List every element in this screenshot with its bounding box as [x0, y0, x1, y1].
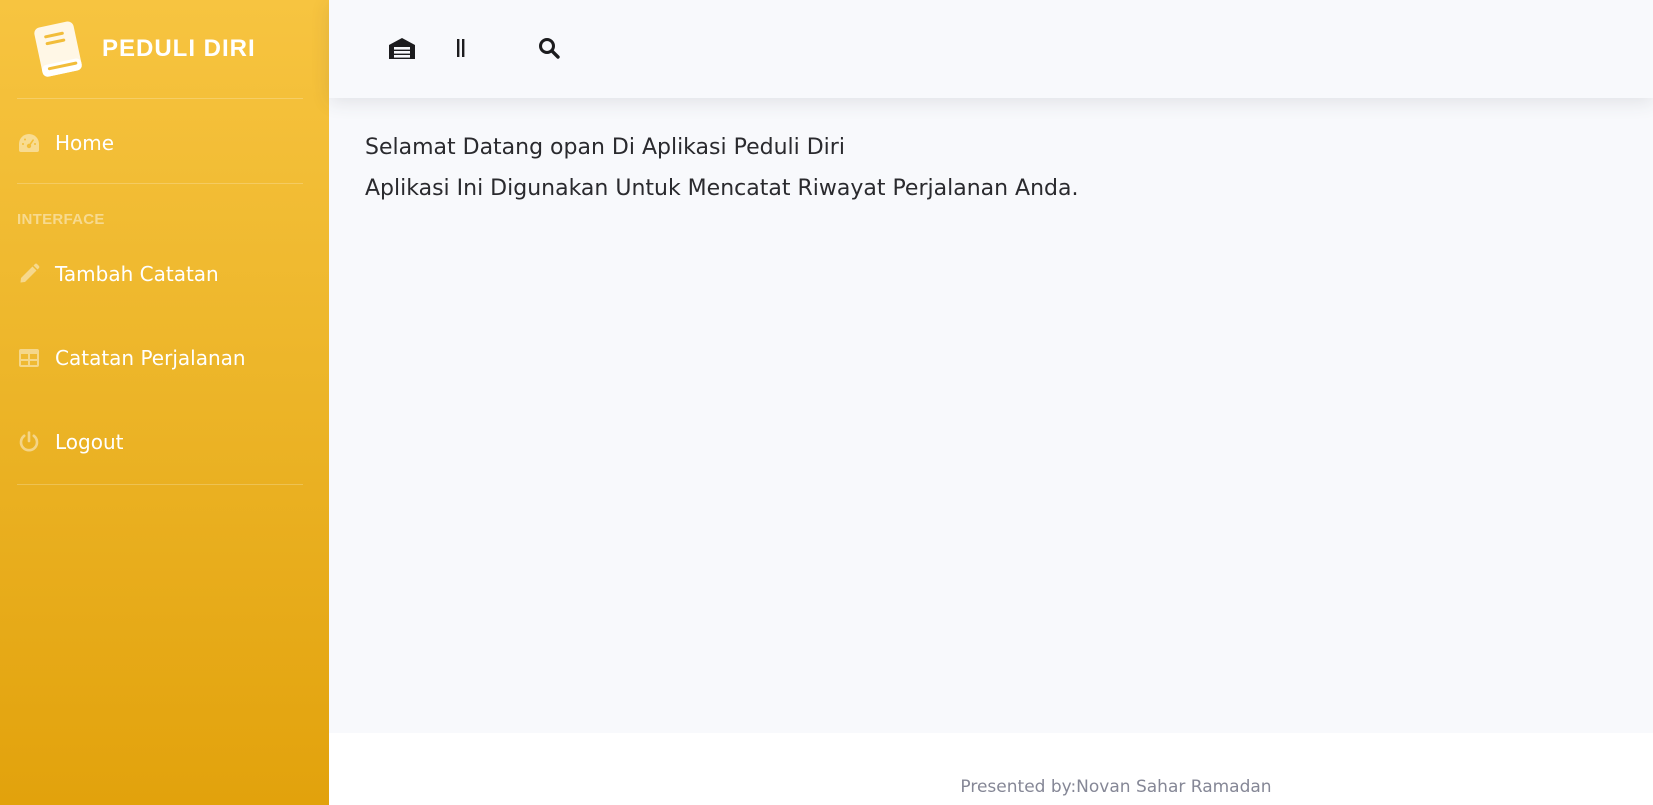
pause-bars-icon[interactable] [443, 30, 479, 66]
brand-title: PEDULI DIRI [102, 35, 256, 62]
search-icon[interactable] [531, 30, 567, 66]
sidebar-heading: INTERFACE [17, 211, 105, 228]
book-icon [32, 20, 84, 78]
sidebar-item-logout[interactable]: Logout [0, 414, 329, 470]
footer: Presented by:Novan Sahar Ramadan [329, 733, 1653, 805]
sidebar: PEDULI DIRI Home INTERFACE Tambah Catata… [0, 0, 329, 805]
footer-credit: Presented by:Novan Sahar Ramadan [960, 777, 1272, 797]
sidebar-item-catatan-perjalanan[interactable]: Catatan Perjalanan [0, 330, 329, 386]
sidebar-item-label: Home [55, 131, 115, 155]
sidebar-item-label: Catatan Perjalanan [55, 346, 246, 370]
sidebar-item-label: Tambah Catatan [55, 262, 219, 286]
sidebar-item-tambah-catatan[interactable]: Tambah Catatan [0, 246, 329, 302]
power-icon [17, 430, 41, 454]
main-content: Selamat Datang opan Di Aplikasi Peduli D… [329, 98, 1653, 733]
description-text: Aplikasi Ini Digunakan Untuk Mencatat Ri… [365, 176, 1079, 201]
sidebar-item-label: Logout [55, 430, 124, 454]
table-icon [17, 346, 41, 370]
welcome-text: Selamat Datang opan Di Aplikasi Peduli D… [365, 135, 845, 160]
app: PEDULI DIRI Home INTERFACE Tambah Catata… [0, 0, 1653, 805]
sidebar-divider [17, 98, 303, 99]
warehouse-icon[interactable] [384, 30, 420, 66]
tachometer-icon [17, 131, 41, 155]
topbar [329, 0, 1653, 98]
sidebar-brand[interactable]: PEDULI DIRI [0, 0, 329, 98]
sidebar-item-home[interactable]: Home [0, 115, 329, 171]
sidebar-divider [17, 484, 303, 485]
pencil-icon [17, 262, 41, 286]
sidebar-divider [17, 183, 303, 184]
